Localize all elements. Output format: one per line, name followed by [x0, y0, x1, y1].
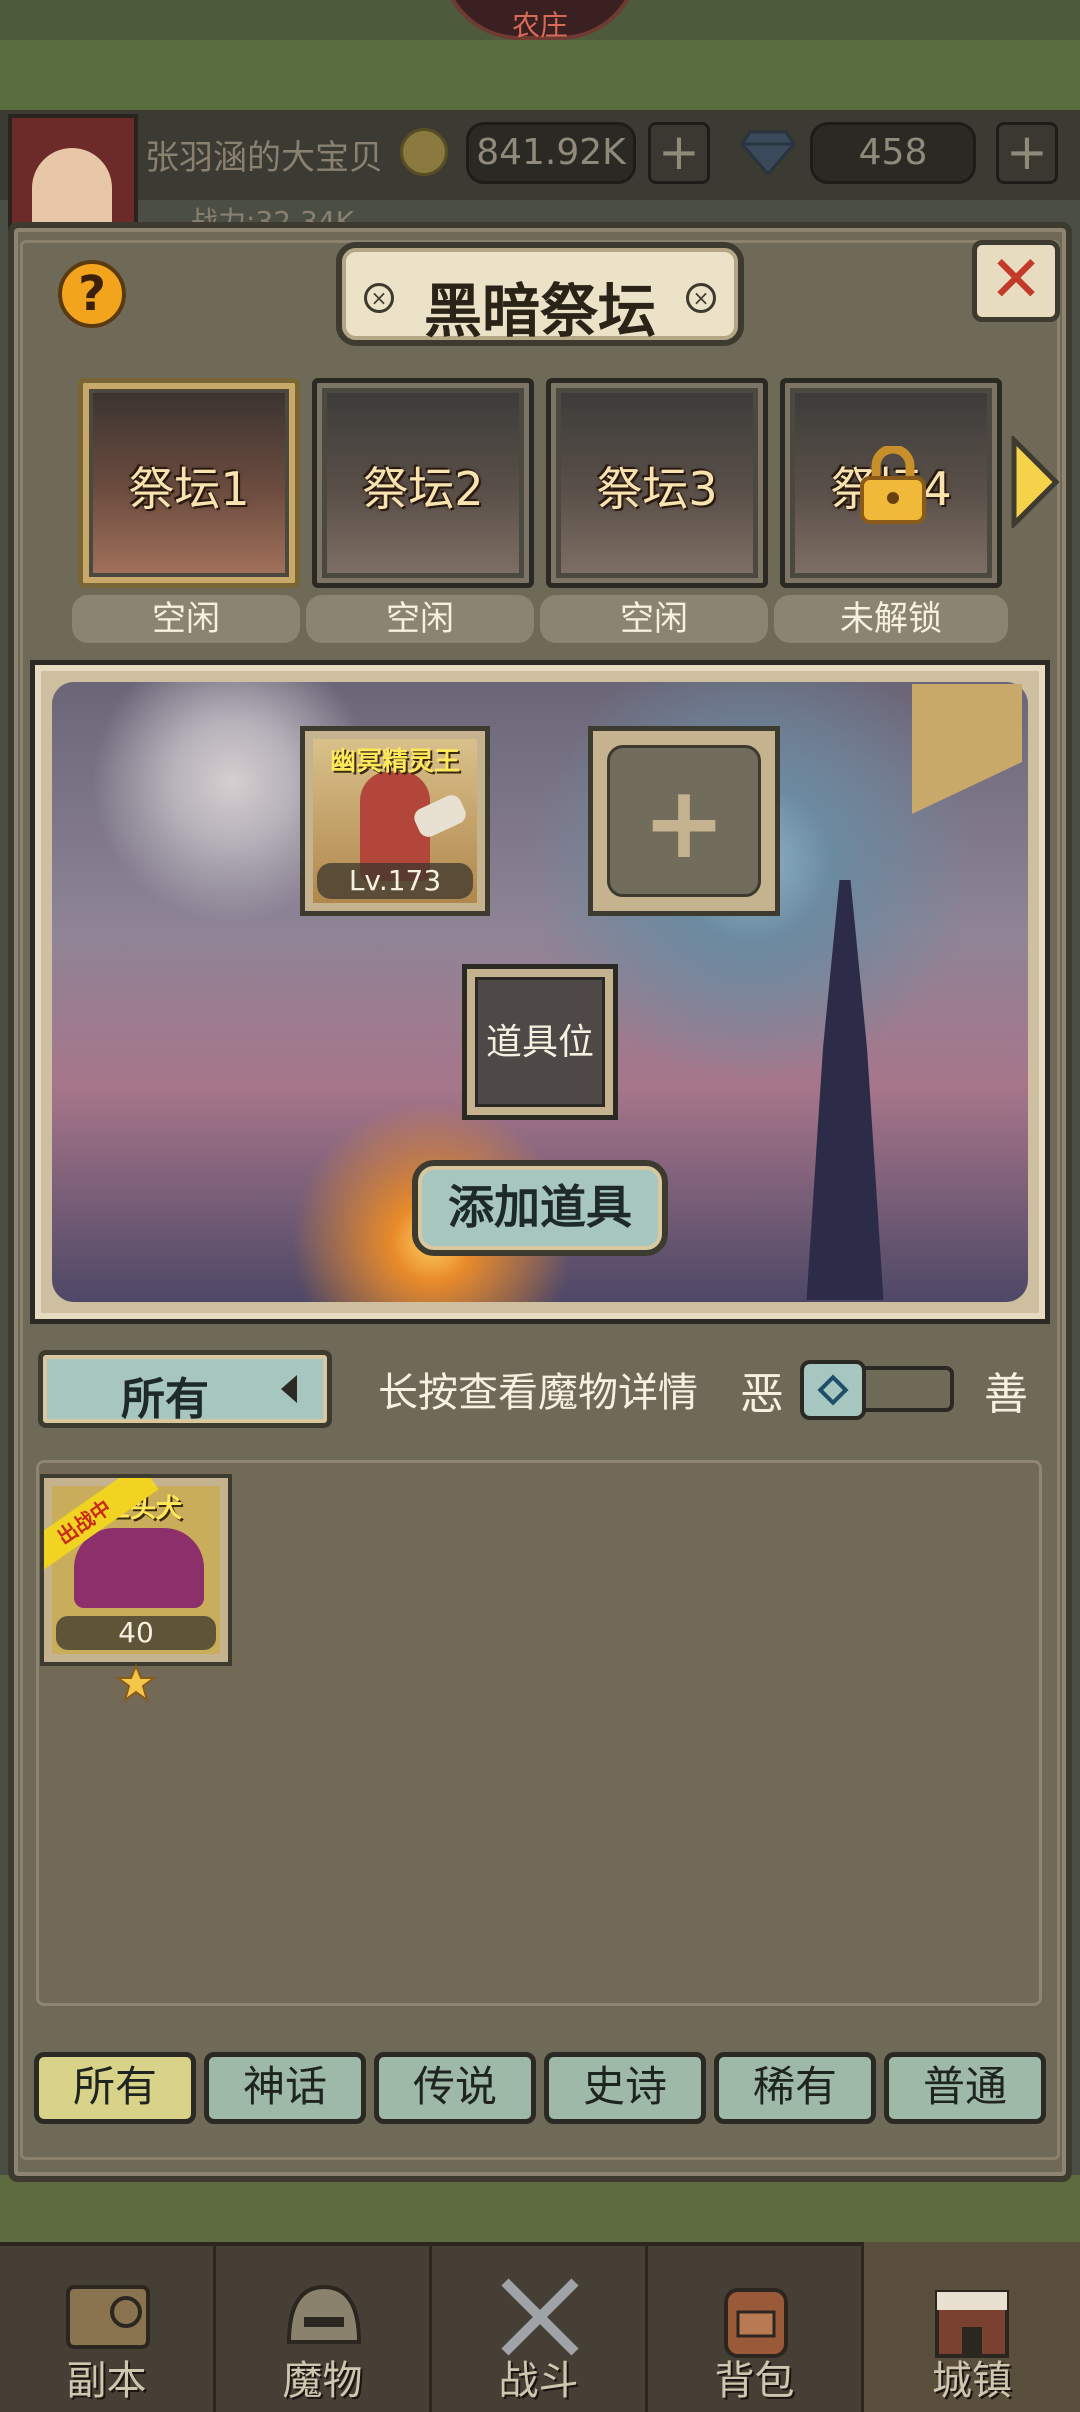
bolt-icon: ×	[686, 283, 716, 313]
next-arrow-icon[interactable]	[1010, 436, 1060, 528]
title-plate: × 黑暗祭坛 ×	[336, 242, 744, 346]
item-slot-label: 道具位	[475, 977, 605, 1107]
location-badge-label: 农庄	[511, 9, 568, 42]
tab-epic[interactable]: 史诗	[544, 2052, 706, 2124]
nav-item-town[interactable]: 城镇	[864, 2242, 1080, 2412]
add-gold-button[interactable]: +	[648, 122, 710, 184]
add-gem-button[interactable]: +	[996, 122, 1058, 184]
bolt-icon: ×	[364, 283, 394, 313]
altar-status: 空闲	[72, 595, 300, 643]
gold-amount: 841.92K	[466, 122, 636, 184]
nav-label: 副本	[66, 2358, 147, 2404]
avatar[interactable]	[8, 114, 138, 238]
tab-rare[interactable]: 稀有	[714, 2052, 876, 2124]
tab-common[interactable]: 普通	[884, 2052, 1046, 2124]
altar-status: 空闲	[540, 595, 768, 643]
coin-icon	[400, 128, 448, 176]
plus-icon: +	[607, 745, 761, 897]
monster-name: 幽冥精灵王	[329, 747, 460, 777]
altar-status: 未解锁	[774, 595, 1008, 643]
nav-item-monsters[interactable]: 魔物	[216, 2242, 432, 2412]
monster-level: Lv.173	[317, 863, 473, 899]
background-scene: 农庄	[0, 0, 1080, 110]
monster-level: 40	[56, 1616, 216, 1650]
good-label: 善	[984, 1369, 1028, 1420]
altar-label: 祭坛3	[596, 462, 718, 516]
page-title: 黑暗祭坛	[423, 277, 656, 345]
tab-legendary[interactable]: 传说	[374, 2052, 536, 2124]
altar-tab-2[interactable]: 祭坛2	[312, 378, 534, 588]
nav-item-bag[interactable]: 背包	[648, 2242, 864, 2412]
gem-icon	[740, 130, 796, 176]
nav-item-dungeon[interactable]: 副本	[0, 2242, 216, 2412]
tab-mythic[interactable]: 神话	[204, 2052, 366, 2124]
gem-amount: 458	[810, 122, 976, 184]
nav-label: 背包	[714, 2358, 795, 2404]
altar-status: 空闲	[306, 595, 534, 643]
star-icon	[116, 1664, 156, 1702]
evil-label: 恶	[740, 1369, 784, 1420]
help-button[interactable]: ?	[58, 260, 126, 328]
monster-slot[interactable]: 幽冥精灵王 Lv.173	[300, 726, 490, 916]
location-badge: 农庄	[440, 0, 640, 42]
nav-label: 城镇	[932, 2358, 1012, 2404]
altar-tab-3[interactable]: 祭坛3	[546, 378, 768, 588]
add-monster-slot[interactable]: +	[588, 726, 780, 916]
altar-label: 祭坛1	[128, 462, 250, 516]
add-item-button[interactable]: 添加道具	[412, 1160, 668, 1256]
altar-label: 祭坛2	[362, 462, 484, 516]
player-name: 张羽涵的大宝贝	[145, 138, 383, 178]
lock-icon	[860, 446, 926, 524]
monster-figure	[74, 1528, 204, 1608]
nav-label: 魔物	[282, 2358, 363, 2404]
inventory-monster-card[interactable]: 三头犬 出战中 40	[40, 1474, 232, 1666]
chevron-left-icon	[281, 1375, 297, 1403]
alignment-slider-knob[interactable]	[800, 1360, 866, 1420]
filter-dropdown[interactable]: 所有	[38, 1350, 332, 1428]
hint-text: 长按查看魔物详情	[378, 1370, 698, 1416]
diamond-icon	[817, 1374, 849, 1406]
filter-label: 所有	[121, 1374, 209, 1425]
item-slot[interactable]: 道具位	[462, 964, 618, 1120]
background-scene-bottom	[0, 2175, 1080, 2245]
nav-item-battle[interactable]: 战斗	[432, 2242, 648, 2412]
altar-tab-1[interactable]: 祭坛1	[78, 378, 300, 588]
nav-label: 战斗	[498, 2358, 579, 2404]
tab-all[interactable]: 所有	[34, 2052, 196, 2124]
close-button[interactable]: ✕	[972, 240, 1060, 322]
